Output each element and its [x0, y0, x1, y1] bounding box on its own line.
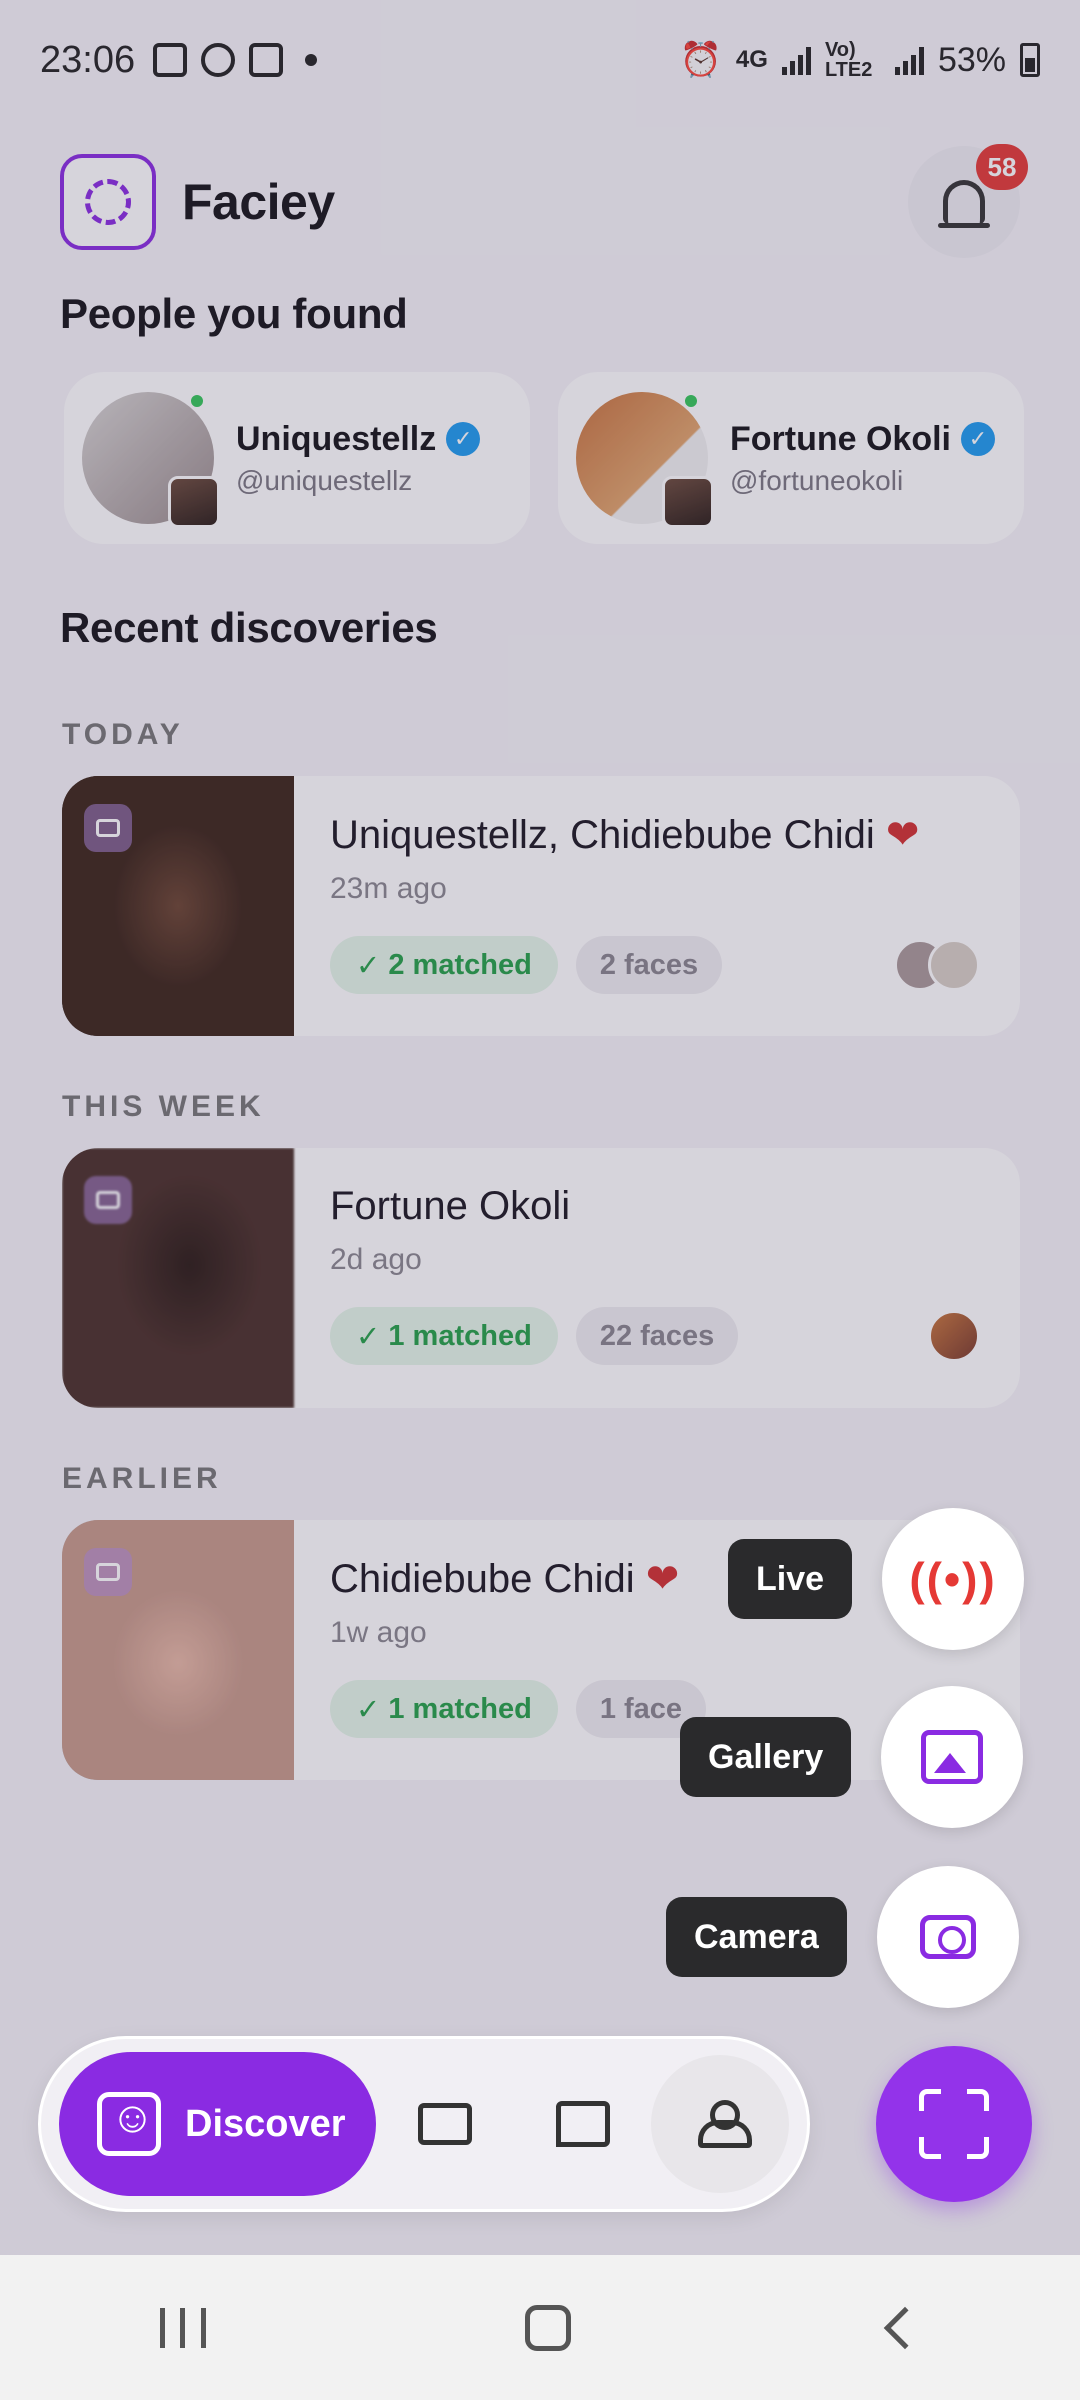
- scan-fab-button[interactable]: [876, 2046, 1032, 2202]
- nav-discover-label: Discover: [185, 2102, 346, 2145]
- fab-gallery-item: Gallery: [680, 1686, 1024, 1828]
- gallery-label[interactable]: Gallery: [680, 1717, 852, 1797]
- home-icon[interactable]: [524, 2304, 571, 2351]
- gallery-button[interactable]: [881, 1686, 1024, 1828]
- scan-icon: [919, 2089, 989, 2159]
- live-broadcast-icon: ((•)): [909, 1553, 997, 1605]
- system-nav-bar: [0, 2255, 1080, 2400]
- fab-camera-item: Camera: [666, 1866, 1019, 2008]
- nav-folders[interactable]: [376, 2055, 514, 2193]
- folder-icon: [417, 2103, 472, 2145]
- fab-live-item: Live ((•)): [728, 1508, 1025, 1650]
- back-icon[interactable]: [884, 2306, 927, 2349]
- recent-apps-icon[interactable]: [159, 2307, 206, 2348]
- app-screen: 23:06 ⏰ 4G Vo) LTE2 53% Faciey 58 People…: [0, 0, 1080, 2255]
- chat-icon: [555, 2101, 610, 2147]
- live-label[interactable]: Live: [728, 1539, 853, 1619]
- camera-button[interactable]: [876, 1866, 1019, 2008]
- camera-icon: [919, 1915, 976, 1959]
- nav-profile[interactable]: [651, 2055, 790, 2193]
- user-icon: [696, 2100, 753, 2148]
- live-button[interactable]: ((•)): [882, 1508, 1025, 1650]
- bottom-nav: Discover: [38, 2036, 810, 2212]
- face-scan-icon: [97, 2092, 161, 2156]
- nav-messages[interactable]: [514, 2055, 652, 2193]
- gallery-icon: [921, 1730, 984, 1784]
- camera-label[interactable]: Camera: [666, 1897, 847, 1977]
- nav-discover[interactable]: Discover: [59, 2052, 377, 2196]
